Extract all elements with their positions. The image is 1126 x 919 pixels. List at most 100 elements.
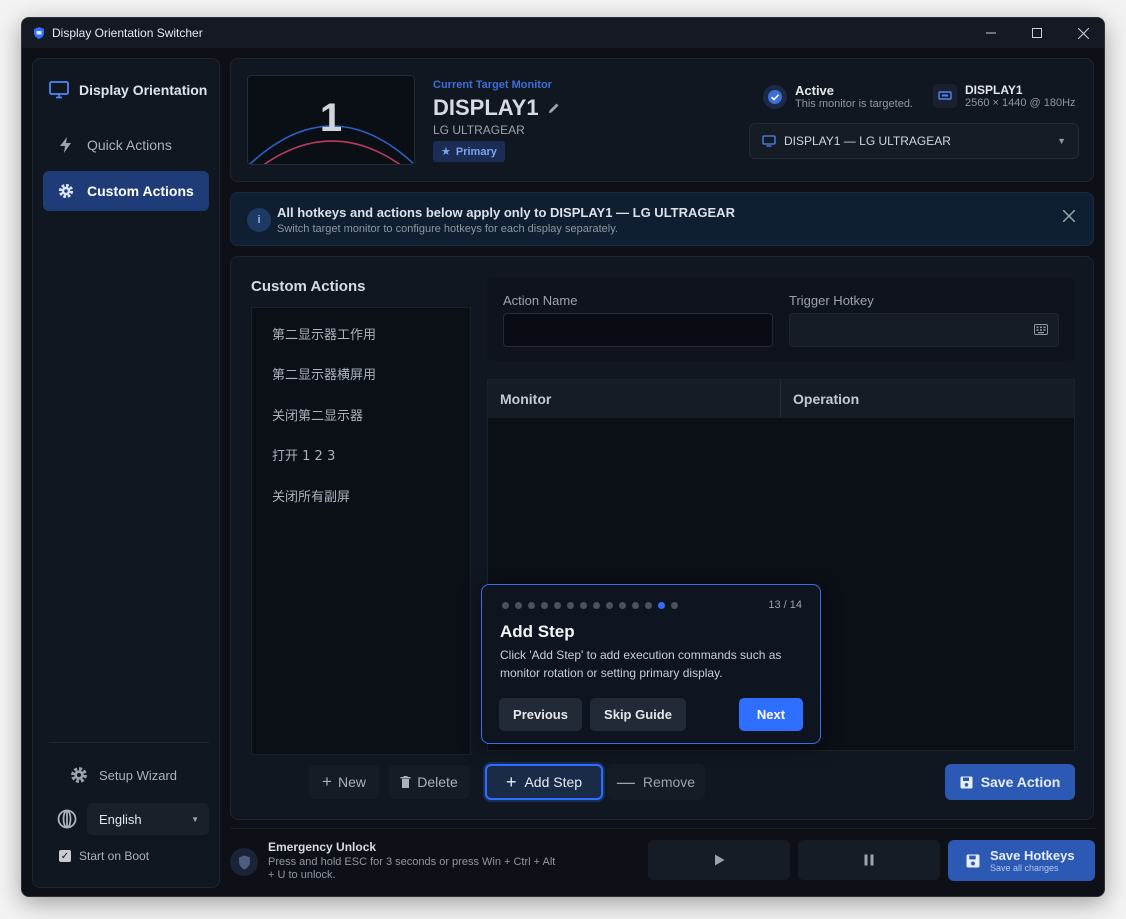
info-banner-title: All hotkeys and actions below apply only… xyxy=(277,205,735,220)
guide-skip-button[interactable]: Skip Guide xyxy=(590,698,686,731)
guide-popup: 13 / 14 Add Step Click 'Add Step' to add… xyxy=(481,584,821,744)
guide-next-button[interactable]: Next xyxy=(739,698,803,731)
guide-progress-dot xyxy=(619,602,626,609)
globe-icon xyxy=(57,809,77,829)
target-monitor-card: 1 Current Target Monitor DISPLAY1 LG ULT… xyxy=(230,58,1094,182)
target-label: Current Target Monitor xyxy=(433,79,552,91)
save-hotkeys-button[interactable]: Save Hotkeys Save all changes xyxy=(948,840,1095,881)
language-select[interactable]: English ▼ xyxy=(87,803,209,835)
sidebar: Display Orientation Quick Actions Custom… xyxy=(32,58,220,888)
add-step-button[interactable]: + Add Step xyxy=(485,764,603,800)
panel-title: Custom Actions xyxy=(251,278,366,295)
action-name-label: Action Name xyxy=(503,293,578,308)
monitor-icon xyxy=(762,135,776,147)
start-on-boot-checkbox[interactable]: ✓ xyxy=(59,850,71,862)
gear-icon xyxy=(58,183,74,199)
star-icon: ★ xyxy=(441,146,451,158)
close-icon xyxy=(1062,209,1076,223)
guide-progress-dots xyxy=(502,602,678,609)
chevron-down-icon: ▼ xyxy=(191,814,199,824)
remove-step-button[interactable]: — Remove xyxy=(607,764,705,800)
delete-action-label: Delete xyxy=(417,774,458,790)
minus-icon: — xyxy=(616,771,635,792)
close-banner-button[interactable] xyxy=(1062,209,1076,227)
action-name-input[interactable] xyxy=(503,313,773,347)
display-name: DISPLAY1 xyxy=(433,95,539,120)
lightning-icon xyxy=(60,137,71,153)
monitor-number: 1 xyxy=(319,96,343,140)
display-info-block: DISPLAY1 2560 × 1440 @ 180Hz xyxy=(933,83,1076,109)
list-item[interactable]: 第二显示器工作用 xyxy=(252,313,470,354)
setup-wizard-button[interactable]: Setup Wizard xyxy=(69,765,177,785)
sidebar-item-label: Custom Actions xyxy=(87,183,194,199)
guide-progress-dot xyxy=(580,602,587,609)
save-hotkeys-sublabel: Save all changes xyxy=(990,863,1059,873)
action-form: Action Name Trigger Hotkey xyxy=(487,277,1075,361)
list-item[interactable]: 关闭第二显示器 xyxy=(252,394,470,435)
action-list: 第二显示器工作用 第二显示器横屏用 关闭第二显示器 打开 1 2 3 关闭所有副… xyxy=(251,307,471,755)
keyboard-icon xyxy=(1034,324,1048,335)
guide-progress-dot xyxy=(554,602,561,609)
sidebar-item-custom-actions[interactable]: Custom Actions xyxy=(43,171,209,211)
play-button[interactable] xyxy=(648,840,790,880)
pencil-icon[interactable] xyxy=(547,101,561,115)
delete-action-button[interactable]: Delete xyxy=(389,765,469,799)
save-icon xyxy=(966,854,980,867)
setup-wizard-label: Setup Wizard xyxy=(99,767,178,783)
guide-progress-dot xyxy=(502,602,509,609)
list-item[interactable]: 打开 1 2 3 xyxy=(252,435,470,476)
trash-icon xyxy=(400,776,411,788)
info-banner: i All hotkeys and actions below apply on… xyxy=(230,192,1094,246)
column-header-operation[interactable]: Operation xyxy=(781,380,1074,418)
guide-progress-dot xyxy=(567,602,574,609)
plus-icon: + xyxy=(505,771,517,792)
display-id: DISPLAY1 xyxy=(965,83,1023,97)
maximize-button[interactable] xyxy=(1014,18,1060,48)
guide-previous-button[interactable]: Previous xyxy=(499,698,582,731)
sidebar-heading[interactable]: Display Orientation xyxy=(49,81,207,99)
play-icon xyxy=(714,854,724,866)
check-circle-icon xyxy=(763,84,787,109)
pause-icon xyxy=(864,854,874,866)
sidebar-item-quick-actions[interactable]: Quick Actions xyxy=(43,125,209,165)
gear-icon xyxy=(71,767,87,783)
monitor-select-dropdown[interactable]: DISPLAY1 — LG ULTRAGEAR ▼ xyxy=(749,123,1079,159)
emergency-text: Press and hold ESC for 3 seconds or pres… xyxy=(268,856,556,881)
save-action-button[interactable]: Save Action xyxy=(945,764,1075,800)
language-value: English xyxy=(99,811,142,827)
primary-badge: ★ Primary xyxy=(433,141,505,162)
emergency-unlock-info: Emergency Unlock Press and hold ESC for … xyxy=(230,830,640,888)
sidebar-divider xyxy=(49,742,209,743)
trigger-hotkey-input[interactable] xyxy=(789,313,1059,347)
save-icon xyxy=(960,776,973,788)
column-header-monitor[interactable]: Monitor xyxy=(488,380,781,418)
sidebar-item-label: Quick Actions xyxy=(87,137,172,153)
bottom-divider xyxy=(230,828,1096,829)
plus-icon: + xyxy=(322,772,332,791)
info-banner-subtitle: Switch target monitor to configure hotke… xyxy=(277,223,618,235)
list-item[interactable]: 第二显示器横屏用 xyxy=(252,354,470,395)
primary-badge-label: Primary xyxy=(455,145,497,158)
guide-progress-dot xyxy=(541,602,548,609)
app-shield-icon xyxy=(34,27,44,39)
pause-button[interactable] xyxy=(798,840,940,880)
guide-progress-dot xyxy=(645,602,652,609)
app-window: Display Orientation Switcher Display Ori… xyxy=(21,17,1105,897)
guide-progress-dot xyxy=(593,602,600,609)
remove-step-label: Remove xyxy=(642,774,696,790)
minimize-button[interactable] xyxy=(968,18,1014,48)
start-on-boot-row[interactable]: ✓ Start on Boot xyxy=(59,849,149,863)
monitor-model: LG ULTRAGEAR xyxy=(433,123,525,137)
status-title: Active xyxy=(795,83,835,98)
list-item[interactable]: 关闭所有副屏 xyxy=(252,475,470,516)
table-header: Monitor Operation xyxy=(488,380,1074,418)
new-action-label: New xyxy=(337,774,366,790)
close-button[interactable] xyxy=(1060,18,1104,48)
monitor-preview: 1 xyxy=(247,75,415,165)
guide-progress-dot xyxy=(671,602,678,609)
save-action-label: Save Action xyxy=(980,774,1061,790)
display-resolution: 2560 × 1440 @ 180Hz xyxy=(965,97,1076,109)
add-step-label: Add Step xyxy=(524,774,583,790)
status-text: Active This monitor is targeted. xyxy=(795,83,913,110)
new-action-button[interactable]: + New xyxy=(309,765,379,799)
